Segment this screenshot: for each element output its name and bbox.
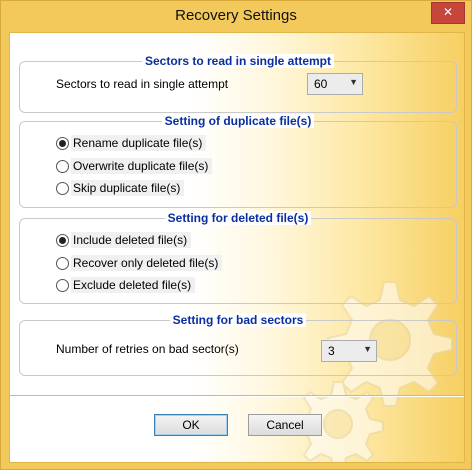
bad-sectors-group-legend: Setting for bad sectors [20,313,456,327]
duplicate-files-group: Setting of duplicate file(s) Rename dupl… [19,114,457,208]
deleted-group-legend: Setting for deleted file(s) [20,211,456,225]
close-icon: ✕ [442,5,454,19]
chevron-down-icon: ▼ [349,77,358,87]
sectors-select[interactable]: 60 ▼ [307,73,363,95]
title-bar[interactable]: Recovery Settings ✕ [1,1,471,32]
radio-button[interactable] [56,279,69,292]
radio-label: Recover only deleted file(s) [71,255,223,271]
retries-select-value: 3 [328,344,335,358]
radio-label: Include deleted file(s) [71,232,192,248]
retries-label: Number of retries on bad sector(s) [56,342,239,356]
cancel-button[interactable]: Cancel [248,414,322,436]
radio-button[interactable] [56,160,69,173]
sectors-select-value: 60 [314,77,328,91]
sectors-group: Sectors to read in single attempt Sector… [19,54,457,113]
footer-divider [10,395,464,397]
radio-button[interactable] [56,137,69,150]
retries-select[interactable]: 3 ▼ [321,340,377,362]
window-title: Recovery Settings [175,7,297,24]
radio-button[interactable] [56,234,69,247]
deleted-files-group: Setting for deleted file(s) Include dele… [19,211,457,304]
sectors-label: Sectors to read in single attempt [56,77,229,91]
recovery-settings-window: Recovery Settings ✕ Sectors to read in s… [0,0,472,470]
duplicate-group-legend: Setting of duplicate file(s) [20,114,456,128]
radio-label: Exclude deleted file(s) [71,277,196,293]
radio-label: Overwrite duplicate file(s) [71,158,213,174]
chevron-down-icon: ▼ [363,344,372,354]
radio-button[interactable] [56,182,69,195]
sectors-group-legend: Sectors to read in single attempt [20,54,456,68]
radio-label: Rename duplicate file(s) [71,135,207,151]
close-button[interactable]: ✕ [431,2,465,24]
bad-sectors-group: Setting for bad sectors Number of retrie… [19,313,457,376]
radio-label: Skip duplicate file(s) [71,180,185,196]
radio-button[interactable] [56,257,69,270]
dialog-body: Sectors to read in single attempt Sector… [9,32,465,463]
ok-button[interactable]: OK [154,414,228,436]
